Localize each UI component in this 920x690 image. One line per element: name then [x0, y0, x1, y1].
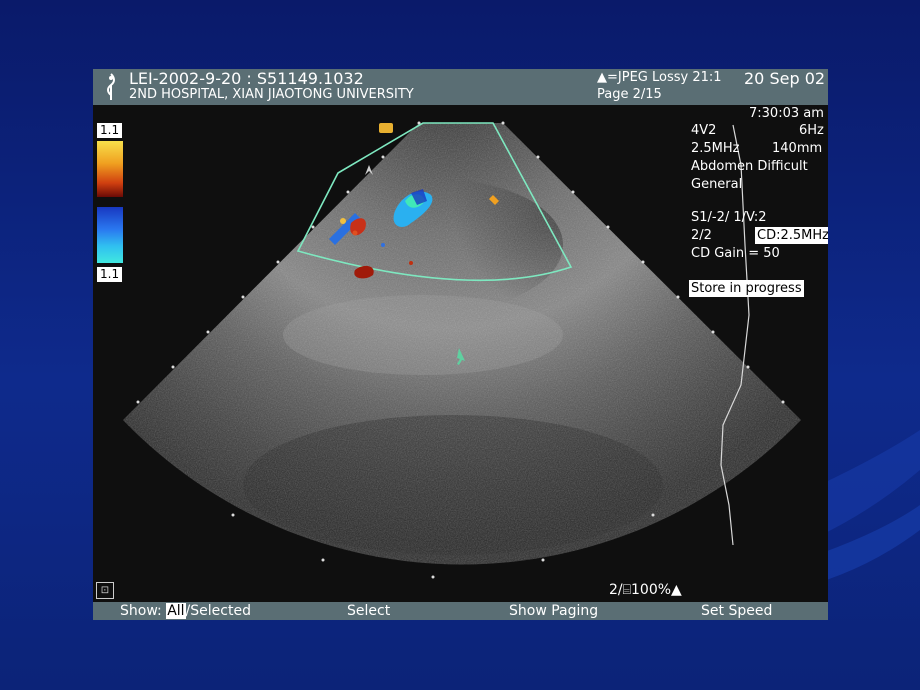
softkey-bar: Show: All/Selected Select Show Paging Se… [93, 602, 828, 620]
select-softkey[interactable]: Select [347, 602, 390, 620]
frame-rate: 6Hz [799, 123, 824, 138]
ultrasound-image-area: 1.1 1.1 7:30:03 am 4V2 6Hz 2.5MHz 140mm … [93, 105, 828, 602]
set-speed-softkey[interactable]: Set Speed [701, 602, 772, 620]
header-bar: LEI-2002-9-20 : S51149.1032 2ND HOSPITAL… [93, 69, 828, 105]
color-scale-cool-bar [97, 207, 123, 263]
institution-name: 2ND HOSPITAL, XIAN JIAOTONG UNIVERSITY [129, 87, 414, 102]
color-doppler-gain: CD Gain = 50 [691, 246, 780, 261]
exam-mode: General [691, 177, 743, 192]
image-settings: S1/-2/ 1/V:2 [691, 210, 767, 225]
show-all-option[interactable]: All [166, 603, 186, 619]
transmit-frequency: 2.5MHz [691, 141, 740, 156]
store-status: Store in progress [689, 280, 804, 297]
exam-preset: Abdomen Difficult [691, 159, 808, 174]
color-scale-top-label: 1.1 [97, 123, 123, 138]
show-prefix-label: Show: [120, 603, 167, 619]
color-scale-bottom-label: 1.1 [97, 267, 123, 282]
scan-depth: 140mm [772, 141, 823, 156]
color-doppler-frequency: CD:2.5MHz [755, 227, 828, 244]
image-menu-icon[interactable]: ⊡ [96, 582, 114, 599]
exam-date: 20 Sep 02 [744, 69, 826, 88]
color-scale-warm-bar [97, 141, 123, 197]
persistence-setting: 2/2 [691, 228, 712, 243]
show-selected-option[interactable]: /Selected [186, 603, 251, 619]
logo-icon [107, 73, 115, 100]
compression-info: ▲=JPEG Lossy 21:1 [597, 70, 722, 85]
clock-time: 7:30:03 am [749, 106, 824, 121]
probe-name: 4V2 [691, 123, 717, 138]
focal-zone-icon [379, 123, 393, 133]
ultrasound-window: LEI-2002-9-20 : S51149.1032 2ND HOSPITAL… [93, 69, 828, 620]
patient-id: LEI-2002-9-20 : S51149.1032 [129, 69, 364, 88]
show-softkey[interactable]: Show: All/Selected [120, 602, 251, 620]
zoom-status: 2/⌸100%▲ [609, 582, 682, 598]
show-paging-softkey[interactable]: Show Paging [509, 602, 598, 620]
page-indicator: Page 2/15 [597, 87, 662, 102]
